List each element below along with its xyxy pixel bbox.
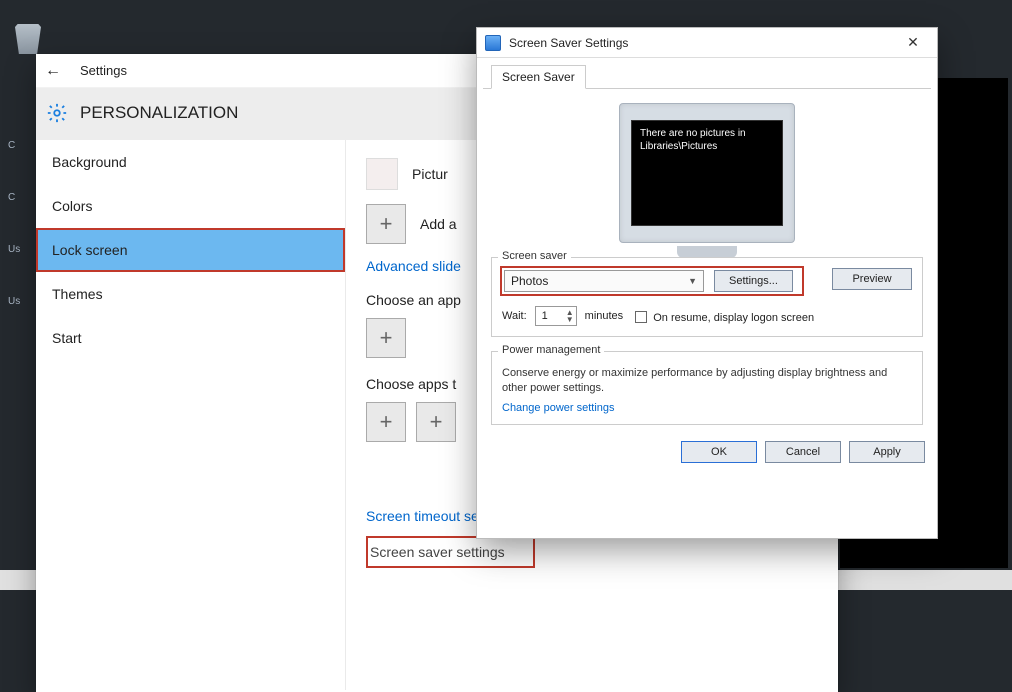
chevron-down-icon: ▼ bbox=[688, 276, 697, 286]
screen-saver-settings-link[interactable]: Screen saver settings bbox=[366, 536, 535, 568]
screen-saver-dialog: Screen Saver Settings ✕ Screen Saver The… bbox=[477, 28, 937, 538]
preview-message: There are no pictures in Libraries\Pictu… bbox=[631, 120, 783, 226]
power-management-group: Power management Conserve energy or maxi… bbox=[491, 351, 923, 425]
add-label: Add a bbox=[420, 216, 457, 232]
group-label: Screen saver bbox=[498, 250, 571, 262]
wait-value: 1 bbox=[542, 310, 548, 322]
sidebar-item-lock-screen[interactable]: Lock screen bbox=[36, 228, 345, 272]
ok-button[interactable]: OK bbox=[681, 441, 757, 463]
resume-checkbox[interactable] bbox=[635, 311, 647, 323]
cancel-button[interactable]: Cancel bbox=[765, 441, 841, 463]
back-arrow-icon[interactable]: ← bbox=[44, 62, 62, 80]
picture-label: Pictur bbox=[412, 166, 448, 182]
picture-thumbnail[interactable] bbox=[366, 158, 398, 190]
dialog-buttons: OK Cancel Apply bbox=[477, 431, 937, 473]
wait-spinner[interactable]: 1 ▲▼ bbox=[535, 306, 577, 326]
close-icon[interactable]: ✕ bbox=[895, 31, 931, 55]
change-power-settings-link[interactable]: Change power settings bbox=[502, 402, 615, 414]
dialog-tabstrip: Screen Saver bbox=[483, 58, 931, 89]
pm-group-label: Power management bbox=[498, 344, 604, 356]
settings-button[interactable]: Settings... bbox=[714, 270, 793, 292]
choose-apps-add-button-2[interactable]: + bbox=[416, 402, 456, 442]
dialog-titlebar: Screen Saver Settings ✕ bbox=[477, 28, 937, 58]
wait-unit: minutes bbox=[585, 310, 624, 322]
trash-icon bbox=[15, 24, 41, 54]
resume-label: On resume, display logon screen bbox=[653, 312, 814, 324]
monitor-icon bbox=[485, 35, 501, 51]
tab-screen-saver[interactable]: Screen Saver bbox=[491, 65, 586, 89]
sidebar-item-start[interactable]: Start bbox=[36, 316, 345, 360]
spinner-arrows-icon[interactable]: ▲▼ bbox=[566, 309, 574, 323]
page-title: PERSONALIZATION bbox=[80, 103, 238, 123]
desktop-side-labels: C C Us Us bbox=[8, 140, 32, 348]
pm-description: Conserve energy or maximize performance … bbox=[502, 366, 912, 396]
dialog-title: Screen Saver Settings bbox=[509, 36, 628, 50]
window-title: Settings bbox=[80, 63, 127, 78]
gear-icon bbox=[46, 102, 68, 124]
sidebar-item-background[interactable]: Background bbox=[36, 140, 345, 184]
screen-saver-select[interactable]: Photos ▼ bbox=[504, 270, 704, 292]
preview-button[interactable]: Preview bbox=[832, 268, 912, 290]
add-picture-button[interactable]: + bbox=[366, 204, 406, 244]
monitor-preview: There are no pictures in Libraries\Pictu… bbox=[619, 103, 795, 243]
sidebar-item-colors[interactable]: Colors bbox=[36, 184, 345, 228]
apply-button[interactable]: Apply bbox=[849, 441, 925, 463]
settings-sidebar: Background Colors Lock screen Themes Sta… bbox=[36, 140, 346, 690]
screen-saver-group: Screen saver Photos ▼ Settings... Previe… bbox=[491, 257, 923, 337]
sidebar-item-themes[interactable]: Themes bbox=[36, 272, 345, 316]
wait-label: Wait: bbox=[502, 310, 527, 322]
choose-apps-add-button-1[interactable]: + bbox=[366, 402, 406, 442]
select-value: Photos bbox=[511, 274, 548, 288]
choose-app-add-button[interactable]: + bbox=[366, 318, 406, 358]
